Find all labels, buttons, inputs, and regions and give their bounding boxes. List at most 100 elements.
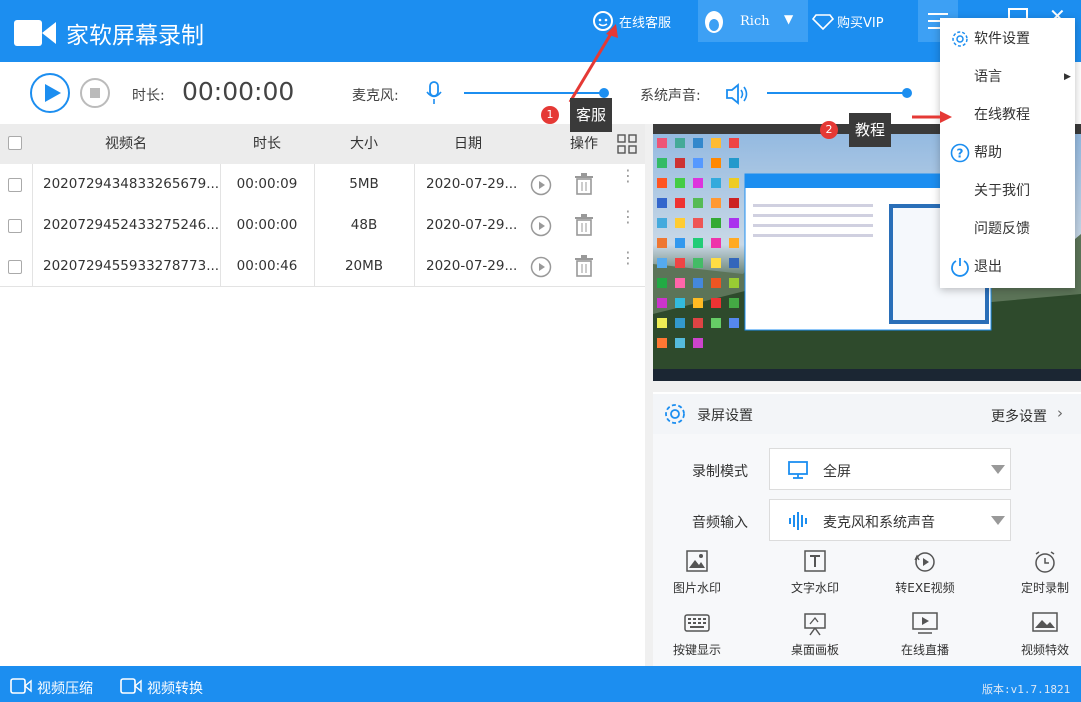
live-stream-button[interactable]: 在线直播 bbox=[880, 612, 970, 658]
delete-icon[interactable] bbox=[574, 173, 594, 195]
qq-penguin-icon bbox=[705, 11, 723, 33]
menu-item-help[interactable]: ? 帮助 bbox=[940, 134, 1075, 172]
menu-item-label: 软件设置 bbox=[974, 31, 1030, 47]
record-stop-button[interactable] bbox=[80, 78, 110, 108]
menu-item-software-settings[interactable]: 软件设置 bbox=[940, 20, 1075, 58]
buy-vip-button[interactable]: 购买VIP bbox=[812, 8, 892, 34]
tool-label: 视频特效 bbox=[1020, 643, 1069, 657]
select-all-checkbox[interactable] bbox=[8, 136, 22, 150]
callout-badge-2: 2 bbox=[820, 121, 838, 139]
question-icon: ? bbox=[950, 143, 970, 163]
convert-exe-button[interactable]: 转EXE视频 bbox=[880, 550, 970, 596]
row-date: 2020-07-29... bbox=[426, 217, 518, 233]
live-stream-icon bbox=[912, 612, 938, 634]
main-menu: 软件设置 语言 ▶ 在线教程 ? 帮助 关于我们 问题反馈 退出 bbox=[940, 18, 1075, 288]
row-checkbox[interactable] bbox=[8, 260, 22, 274]
menu-item-label: 退出 bbox=[974, 259, 1002, 275]
settings-title: 录屏设置 bbox=[697, 408, 753, 424]
keyboard-icon bbox=[684, 614, 710, 632]
video-convert-label: 视频转换 bbox=[147, 681, 203, 697]
chevron-right-icon: › bbox=[1057, 404, 1063, 422]
video-convert-button[interactable]: 视频转换 bbox=[120, 676, 220, 697]
video-compress-button[interactable]: 视频压缩 bbox=[10, 676, 110, 697]
row-checkbox[interactable] bbox=[8, 178, 22, 192]
more-options-icon[interactable]: ⋮ bbox=[620, 168, 636, 184]
audio-input-label: 音频输入 bbox=[692, 515, 748, 531]
annotation-arrow-2 bbox=[912, 111, 952, 123]
gear-icon bbox=[952, 31, 968, 47]
record-mode-value: 全屏 bbox=[823, 464, 851, 480]
more-options-icon[interactable]: ⋮ bbox=[620, 250, 636, 266]
speaker-icon[interactable] bbox=[725, 82, 749, 106]
menu-item-feedback[interactable]: 问题反馈 bbox=[940, 210, 1075, 248]
row-duration: 00:00:46 bbox=[236, 258, 298, 274]
desktop-drawing-button[interactable]: 桌面画板 bbox=[770, 612, 860, 658]
monitor-icon bbox=[788, 461, 808, 479]
drawing-board-icon bbox=[804, 613, 826, 636]
play-icon bbox=[45, 84, 61, 102]
header-duration: 时长 bbox=[253, 136, 281, 152]
version-label: 版本:v1.7.1821 bbox=[982, 683, 1071, 696]
menu-item-label: 关于我们 bbox=[974, 183, 1030, 199]
row-video-name: 2020729434833265679... bbox=[43, 176, 220, 192]
user-menu[interactable]: Rich ▼ bbox=[698, 0, 808, 42]
key-display-button[interactable]: 按键显示 bbox=[652, 612, 742, 658]
text-watermark-button[interactable]: 文字水印 bbox=[770, 550, 860, 596]
power-icon bbox=[951, 258, 969, 277]
row-size: 20MB bbox=[344, 258, 384, 274]
more-settings-link[interactable]: 更多设置 bbox=[991, 406, 1047, 426]
row-date: 2020-07-29... bbox=[426, 176, 518, 192]
row-checkbox[interactable] bbox=[8, 219, 22, 233]
scheduled-recording-button[interactable]: 定时录制 bbox=[1000, 550, 1081, 596]
duration-value: 00:00:00 bbox=[182, 77, 295, 106]
microphone-icon[interactable] bbox=[426, 81, 442, 105]
menu-item-about-us[interactable]: 关于我们 bbox=[940, 172, 1075, 210]
image-watermark-button[interactable]: 图片水印 bbox=[652, 550, 742, 596]
header-name: 视频名 bbox=[105, 136, 147, 152]
menu-item-exit[interactable]: 退出 bbox=[940, 248, 1075, 286]
microphone-label: 麦克风: bbox=[352, 88, 399, 104]
image-icon bbox=[686, 550, 708, 572]
duration-label: 时长: bbox=[132, 88, 165, 104]
row-size: 48B bbox=[350, 217, 378, 233]
record-start-button[interactable] bbox=[30, 73, 70, 113]
table-row[interactable]: 2020729455933278773... 00:00:46 20MB 202… bbox=[0, 246, 645, 287]
callout-service: 客服 bbox=[570, 98, 613, 132]
dropdown-arrow-icon bbox=[991, 465, 1005, 474]
table-bottom-border bbox=[0, 286, 645, 287]
record-mode-label: 录制模式 bbox=[692, 464, 748, 480]
video-effects-button[interactable]: 视频特效 bbox=[1000, 612, 1081, 658]
play-video-icon[interactable] bbox=[530, 256, 552, 278]
tool-label: 定时录制 bbox=[1020, 581, 1069, 595]
tool-label: 在线直播 bbox=[900, 643, 949, 657]
table-row[interactable]: 2020729452433275246... 00:00:00 48B 2020… bbox=[0, 205, 645, 246]
audio-wave-icon bbox=[789, 512, 807, 530]
buy-vip-label: 购买VIP bbox=[837, 16, 884, 31]
more-options-icon[interactable]: ⋮ bbox=[620, 209, 636, 225]
table-row[interactable]: 2020729434833265679... 00:00:09 5MB 2020… bbox=[0, 164, 645, 205]
row-duration: 00:00:09 bbox=[236, 176, 298, 192]
tool-label: 图片水印 bbox=[672, 581, 721, 595]
callout-tutorial: 教程 bbox=[849, 113, 892, 147]
video-effects-icon bbox=[1032, 612, 1058, 632]
audio-input-dropdown[interactable]: 麦克风和系统声音 bbox=[769, 499, 1011, 541]
system-volume-knob[interactable] bbox=[902, 88, 912, 98]
chevron-down-icon: ▼ bbox=[784, 12, 794, 26]
record-mode-dropdown[interactable]: 全屏 bbox=[769, 448, 1011, 490]
text-icon bbox=[804, 550, 826, 572]
callout-badge-1: 1 bbox=[541, 106, 559, 124]
menu-item-label: 帮助 bbox=[974, 145, 1002, 161]
menu-item-language[interactable]: 语言 ▶ bbox=[940, 58, 1075, 96]
tool-label: 按键显示 bbox=[672, 643, 721, 657]
delete-icon[interactable] bbox=[574, 214, 594, 236]
delete-icon[interactable] bbox=[574, 255, 594, 277]
app-logo-icon bbox=[14, 18, 56, 52]
system-volume-slider[interactable] bbox=[767, 92, 907, 94]
tool-label: 转EXE视频 bbox=[895, 581, 955, 595]
menu-item-online-tutorial[interactable]: 在线教程 bbox=[940, 96, 1075, 134]
play-video-icon[interactable] bbox=[530, 215, 552, 237]
system-sound-label: 系统声音: bbox=[640, 88, 701, 104]
grid-view-icon[interactable] bbox=[617, 134, 637, 154]
row-duration: 00:00:00 bbox=[236, 217, 298, 233]
play-video-icon[interactable] bbox=[530, 174, 552, 196]
